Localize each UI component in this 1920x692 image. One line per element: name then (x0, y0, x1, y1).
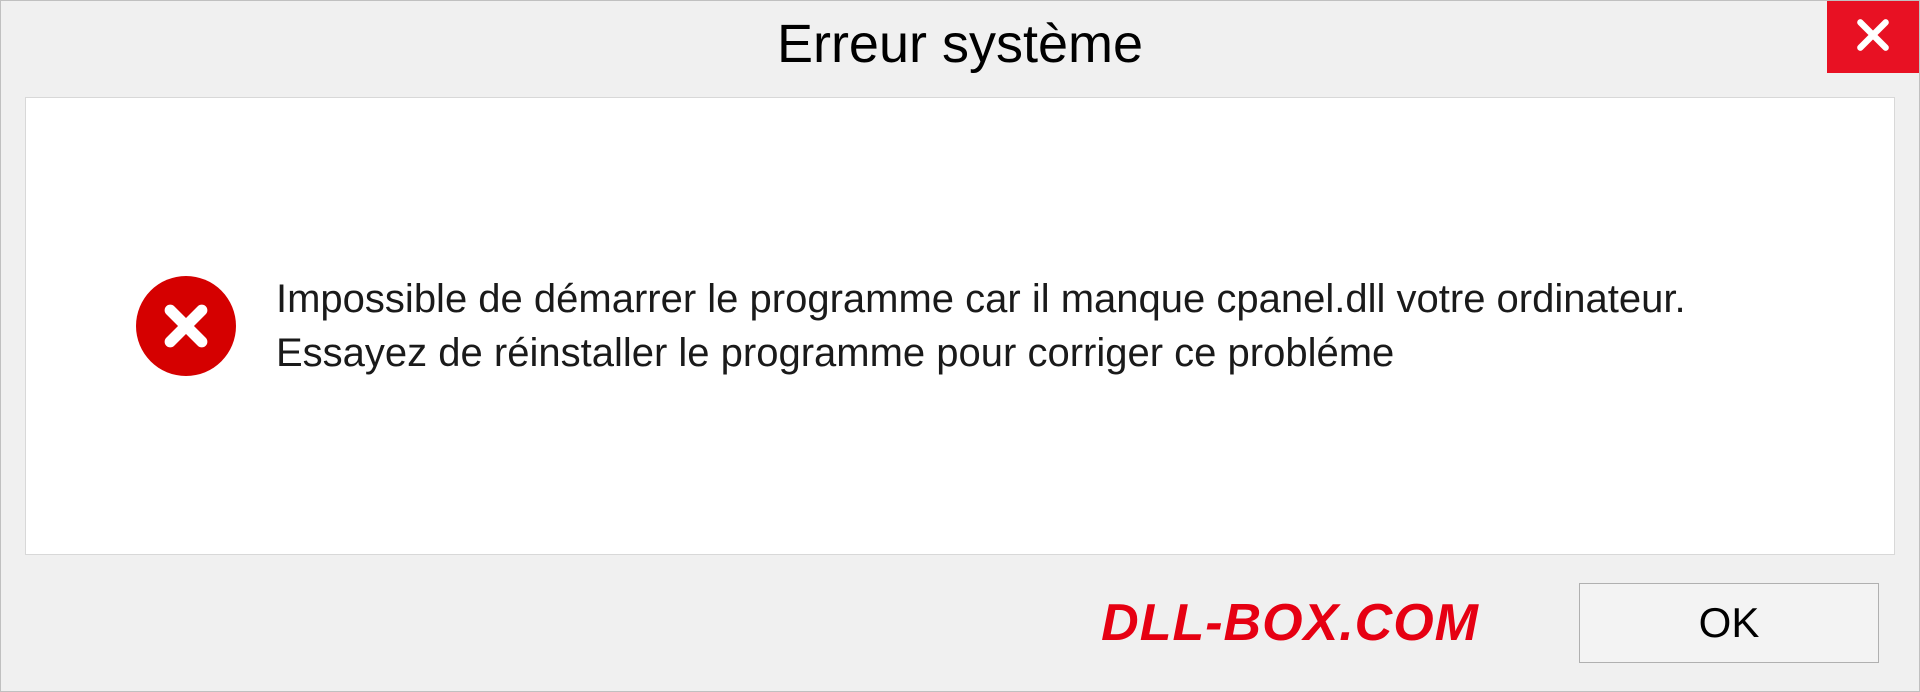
dialog-footer: DLL-BOX.COM OK (1, 565, 1919, 691)
brand-label: DLL-BOX.COM (1101, 593, 1479, 653)
error-dialog: Erreur système Impossible de démarrer le… (0, 0, 1920, 692)
message-panel: Impossible de démarrer le programme car … (25, 97, 1895, 555)
error-message: Impossible de démarrer le programme car … (276, 272, 1804, 380)
error-icon (136, 276, 236, 376)
close-icon (1854, 16, 1892, 59)
titlebar: Erreur système (1, 1, 1919, 91)
dialog-title: Erreur système (777, 1, 1143, 75)
ok-button[interactable]: OK (1579, 583, 1879, 663)
close-button[interactable] (1827, 1, 1919, 73)
